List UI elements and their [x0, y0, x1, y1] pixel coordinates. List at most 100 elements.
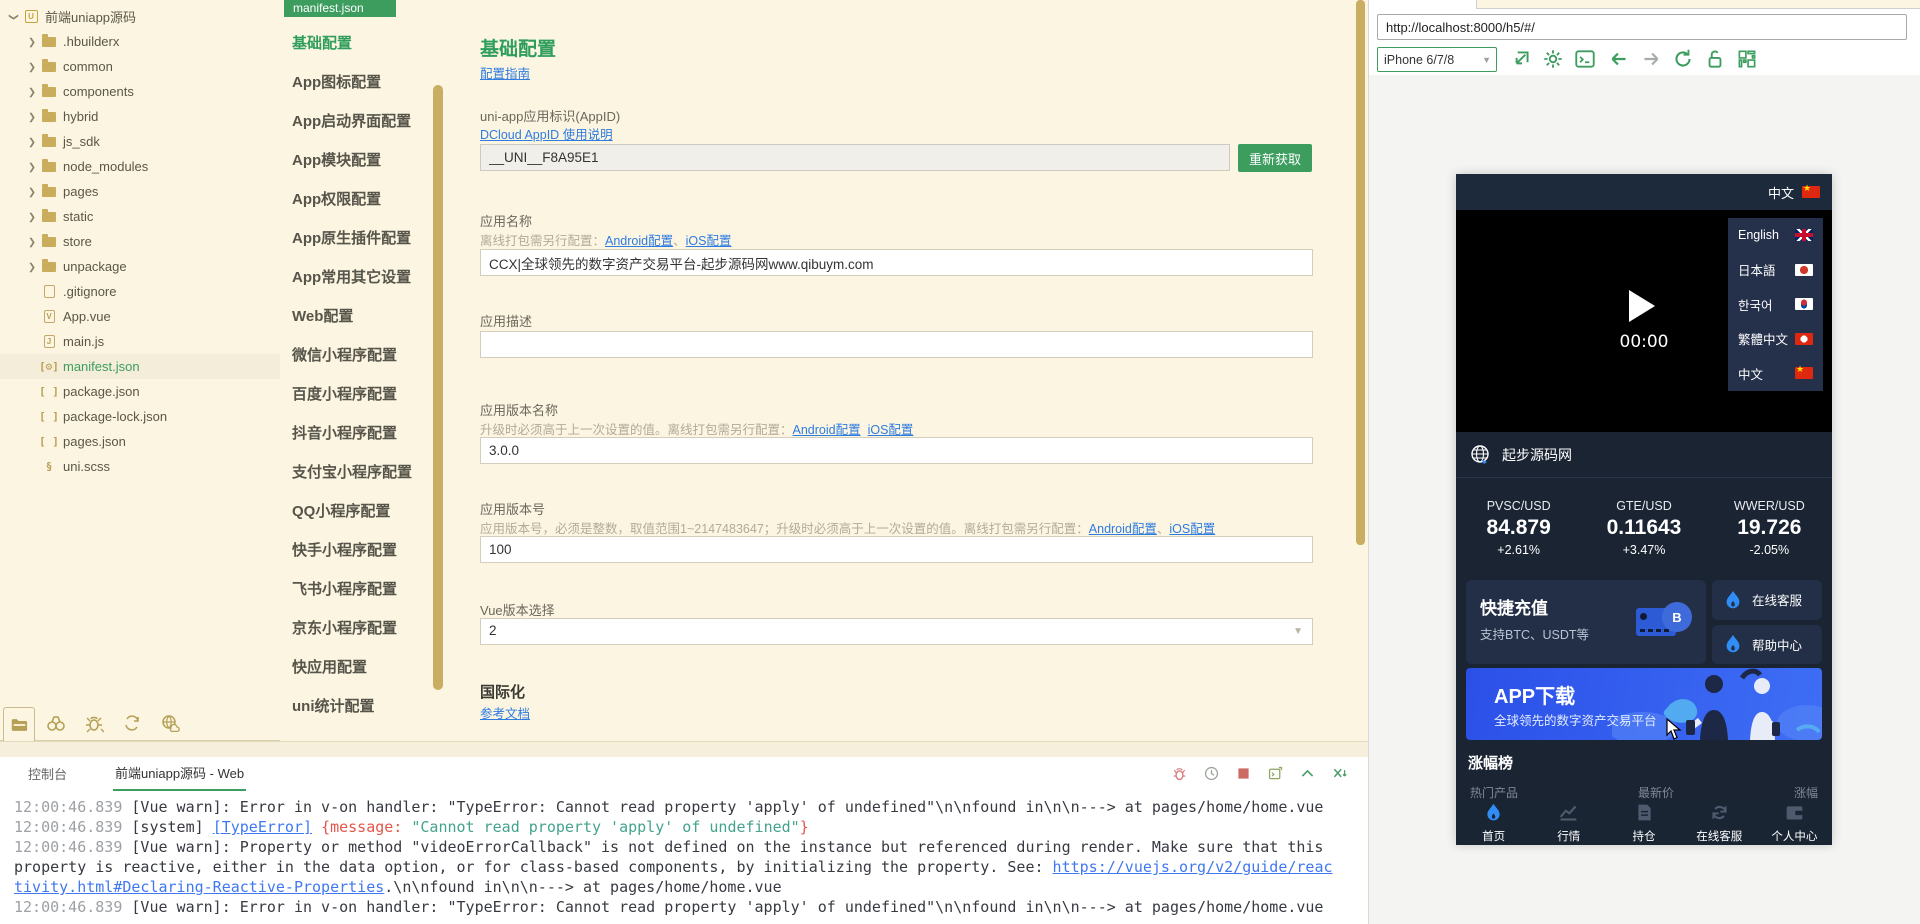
tree-item-components[interactable]: ❯ components	[0, 79, 280, 104]
version-name-input[interactable]	[480, 437, 1313, 464]
refresh-appid-button[interactable]: 重新获取	[1238, 144, 1312, 172]
ticker-WWER/USD[interactable]: WWER/USD 19.726 -2.05%	[1707, 478, 1832, 578]
ios-config-link[interactable]: iOS配置	[686, 234, 732, 248]
manifest-section-快应用配置[interactable]: 快应用配置	[292, 648, 432, 687]
tree-item-package-lock-json[interactable]: [ ] package-lock.json	[0, 404, 280, 429]
editor-scrollbar[interactable]	[1356, 0, 1365, 545]
search-binoculars-icon[interactable]	[46, 713, 66, 733]
debug-bug-icon[interactable]	[1171, 765, 1188, 782]
console-tab-控制台[interactable]: 控制台	[26, 757, 69, 790]
chevron-icon[interactable]: ❯	[26, 211, 39, 222]
language-option-jp[interactable]: 日本語	[1728, 253, 1823, 288]
console-tab-前端uniapp源码 - Web[interactable]: 前端uniapp源码 - Web	[113, 756, 247, 791]
tree-item--uniapp-[interactable]: ❯ U 前端uniapp源码	[0, 4, 280, 29]
console-link[interactable]: tivity.html#Declaring-Reactive-Propertie…	[14, 878, 384, 896]
console-link[interactable]: https://vuejs.org/v2/guide/reac	[1053, 858, 1333, 876]
ticker-GTE/USD[interactable]: GTE/USD 0.11643 +3.47%	[1581, 478, 1706, 578]
manifest-section-Web配置[interactable]: Web配置	[292, 297, 432, 336]
explorer-tab-files[interactable]	[3, 707, 35, 741]
tree-item-main-js[interactable]: Jmain.js	[0, 329, 280, 354]
tree-item--hbuilderx[interactable]: ❯ .hbuilderx	[0, 29, 280, 54]
phone-tab-首页[interactable]: 首页	[1456, 800, 1531, 845]
chevron-icon[interactable]: ❯	[26, 161, 39, 172]
editor-tab-manifest[interactable]: manifest.json	[284, 0, 396, 17]
nav-scrollbar[interactable]	[433, 85, 443, 690]
appid-doc-link[interactable]: DCloud AppID 使用说明	[480, 124, 613, 143]
tree-item-manifest-json[interactable]: [⚙] manifest.json	[0, 354, 280, 379]
tree-item-store[interactable]: ❯ store	[0, 229, 280, 254]
back-icon[interactable]	[1607, 47, 1631, 71]
stop-icon[interactable]	[1235, 765, 1252, 782]
clear-console-icon[interactable]	[1331, 765, 1348, 782]
manifest-section-App模块配置[interactable]: App模块配置	[292, 141, 432, 180]
manifest-section-App权限配置[interactable]: App权限配置	[292, 180, 432, 219]
android-config-link[interactable]: Android配置	[793, 423, 861, 437]
vue-version-select[interactable]: 2 ▼	[480, 618, 1313, 645]
appid-input[interactable]	[480, 144, 1230, 171]
tree-item--gitignore[interactable]: .gitignore	[0, 279, 280, 304]
manifest-section-飞书小程序配置[interactable]: 飞书小程序配置	[292, 570, 432, 609]
console-link[interactable]: [TypeError]	[213, 818, 312, 836]
language-option-cn[interactable]: 中文	[1728, 356, 1823, 391]
tree-item-package-json[interactable]: [ ] package.json	[0, 379, 280, 404]
manifest-section-快手小程序配置[interactable]: 快手小程序配置	[292, 531, 432, 570]
tree-item-node-modules[interactable]: ❯ node_modules	[0, 154, 280, 179]
gear-icon[interactable]	[1541, 47, 1565, 71]
chevron-icon[interactable]: ❯	[8, 10, 19, 23]
tree-item-uni-scss[interactable]: § uni.scss	[0, 454, 280, 479]
qr-code-icon[interactable]	[1735, 47, 1759, 71]
language-option-uk[interactable]: English	[1728, 218, 1823, 253]
url-input[interactable]	[1377, 14, 1907, 40]
manifest-section-基础配置[interactable]: 基础配置	[292, 24, 432, 63]
chevron-icon[interactable]: ❯	[26, 111, 39, 122]
language-option-hk[interactable]: 繁體中文	[1728, 322, 1823, 357]
tree-item-common[interactable]: ❯ common	[0, 54, 280, 79]
app-download-banner[interactable]: APP下载 全球领先的数字资产交易平台	[1466, 668, 1822, 740]
tree-item-hybrid[interactable]: ❯ hybrid	[0, 104, 280, 129]
ios-config-link[interactable]: iOS配置	[1169, 522, 1215, 536]
android-config-link[interactable]: Android配置	[1089, 522, 1157, 536]
device-select[interactable]: iPhone 6/7/8 ▼	[1377, 47, 1497, 72]
manifest-section-支付宝小程序配置[interactable]: 支付宝小程序配置	[292, 453, 432, 492]
language-option-kr[interactable]: 한국어	[1728, 287, 1823, 322]
lock-icon[interactable]	[1703, 47, 1727, 71]
chevron-icon[interactable]: ❯	[26, 261, 39, 272]
tree-item-app-vue[interactable]: V App.vue	[0, 304, 280, 329]
phone-tab-行情[interactable]: 行情	[1531, 800, 1606, 845]
tree-item-static[interactable]: ❯ static	[0, 204, 280, 229]
collapse-panel-icon[interactable]	[1299, 765, 1316, 782]
manifest-section-uni统计配置[interactable]: uni统计配置	[292, 687, 432, 726]
chevron-icon[interactable]: ❯	[26, 36, 39, 47]
devtools-console-icon[interactable]	[1573, 47, 1597, 71]
version-code-input[interactable]	[480, 536, 1313, 563]
forward-icon[interactable]	[1639, 47, 1663, 71]
phone-tab-在线客服[interactable]: 在线客服	[1682, 800, 1757, 845]
help-center-card[interactable]: 帮助中心	[1712, 624, 1822, 664]
manifest-section-抖音小程序配置[interactable]: 抖音小程序配置	[292, 414, 432, 453]
i18n-doc-link[interactable]: 参考文档	[480, 703, 530, 722]
ticker-PVSC/USD[interactable]: PVSC/USD 84.879 +2.61%	[1456, 478, 1581, 578]
app-desc-input[interactable]	[480, 331, 1313, 358]
sync-icon[interactable]	[122, 713, 142, 733]
manifest-section-App启动界面配置[interactable]: App启动界面配置	[292, 102, 432, 141]
manifest-section-QQ小程序配置[interactable]: QQ小程序配置	[292, 492, 432, 531]
tree-item-pages-json[interactable]: [ ] pages.json	[0, 429, 280, 454]
android-config-link[interactable]: Android配置	[605, 234, 673, 248]
app-name-input[interactable]	[480, 249, 1313, 276]
china-flag-icon[interactable]	[1802, 183, 1820, 198]
open-console-icon[interactable]	[1267, 765, 1284, 782]
manifest-section-App常用其它设置[interactable]: App常用其它设置	[292, 258, 432, 297]
chevron-icon[interactable]: ❯	[26, 186, 39, 197]
phone-tab-持仓[interactable]: 持仓	[1606, 800, 1681, 845]
manifest-section-App原生插件配置[interactable]: App原生插件配置	[292, 219, 432, 258]
debug-bug-icon[interactable]	[84, 713, 104, 733]
chevron-icon[interactable]: ❯	[26, 61, 39, 72]
chevron-icon[interactable]: ❯	[26, 136, 39, 147]
phone-tab-个人中心[interactable]: 个人中心	[1757, 800, 1832, 845]
globe-cloud-icon[interactable]	[160, 713, 180, 733]
manifest-section-微信小程序配置[interactable]: 微信小程序配置	[292, 336, 432, 375]
online-service-card[interactable]: 在线客服	[1712, 580, 1822, 620]
current-language[interactable]: 中文	[1768, 183, 1794, 202]
popout-window-icon[interactable]	[1509, 47, 1533, 71]
play-icon[interactable]	[1629, 290, 1655, 322]
